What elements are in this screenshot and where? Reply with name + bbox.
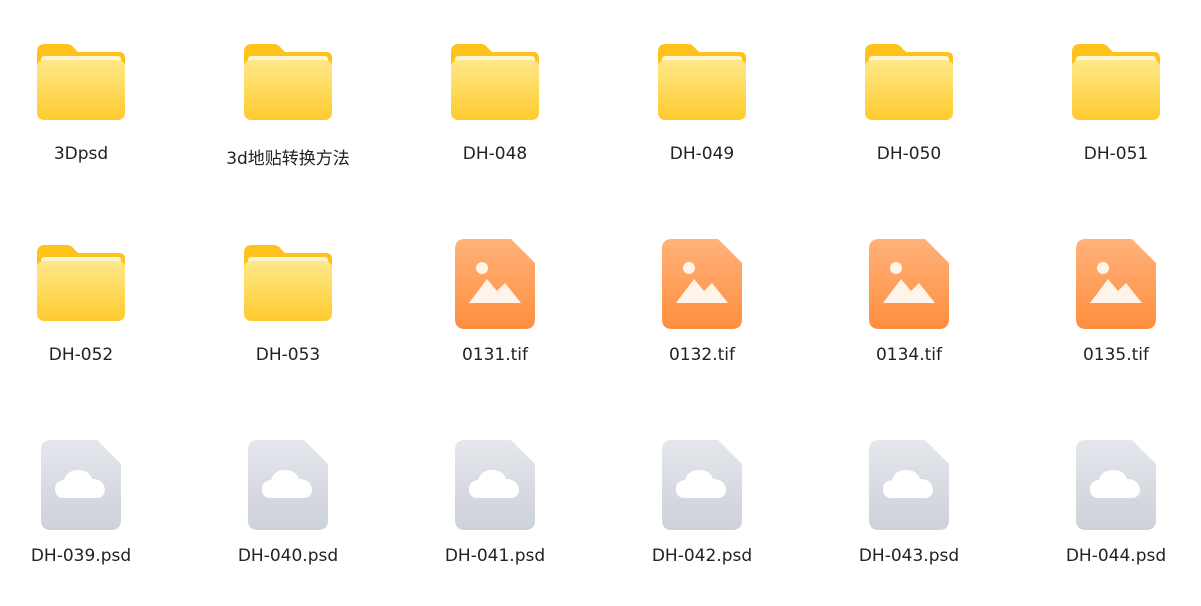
file-item[interactable]: DH-040.psd [208,436,368,606]
item-name: 0131.tif [461,345,529,365]
item-name: 3d地贴转换方法 [226,149,350,169]
folder-item[interactable]: 3Dpsd [1,34,161,204]
cloud-file-icon [861,436,957,532]
image-file-icon [654,235,750,331]
file-item[interactable]: DH-042.psd [622,436,782,606]
folder-icon [33,34,129,130]
item-name: DH-040.psd [237,546,339,566]
file-item[interactable]: DH-041.psd [415,436,575,606]
image-file-icon [1068,235,1164,331]
file-item[interactable]: 0131.tif [415,235,575,405]
folder-icon [447,34,543,130]
file-item[interactable]: 0135.tif [1036,235,1196,405]
image-file-icon [447,235,543,331]
item-name: DH-049 [669,144,735,164]
folder-icon [654,34,750,130]
folder-item[interactable]: DH-053 [208,235,368,405]
file-item[interactable]: 0134.tif [829,235,989,405]
cloud-file-icon [654,436,750,532]
item-name: DH-051 [1083,144,1149,164]
cloud-file-icon [1068,436,1164,532]
file-item[interactable]: DH-044.psd [1036,436,1196,606]
file-item[interactable]: DH-039.psd [1,436,161,606]
item-name: 0134.tif [875,345,943,365]
folder-item[interactable]: DH-049 [622,34,782,204]
folder-item[interactable]: 3d地贴转换方法 [208,34,368,204]
cloud-file-icon [240,436,336,532]
item-name: DH-041.psd [444,546,546,566]
image-file-icon [861,235,957,331]
item-name: DH-042.psd [651,546,753,566]
folder-icon [861,34,957,130]
folder-item[interactable]: DH-048 [415,34,575,204]
item-name: DH-050 [876,144,942,164]
item-name: 3Dpsd [53,144,109,164]
folder-item[interactable]: DH-051 [1036,34,1196,204]
item-name: DH-052 [48,345,114,365]
cloud-file-icon [447,436,543,532]
item-name: DH-043.psd [858,546,960,566]
folder-icon [33,235,129,331]
folder-icon [1068,34,1164,130]
item-name: DH-039.psd [30,546,132,566]
folder-item[interactable]: DH-052 [1,235,161,405]
item-name: DH-044.psd [1065,546,1167,566]
item-name: 0135.tif [1082,345,1150,365]
item-name: 0132.tif [668,345,736,365]
file-item[interactable]: 0132.tif [622,235,782,405]
folder-icon [240,235,336,331]
item-name: DH-048 [462,144,528,164]
cloud-file-icon [33,436,129,532]
file-grid: 3Dpsd 3d地贴转换方法 DH-048 DH-049 DH-050 DH-0… [0,0,1201,600]
item-name: DH-053 [255,345,321,365]
folder-icon [240,34,336,130]
file-item[interactable]: DH-043.psd [829,436,989,606]
folder-item[interactable]: DH-050 [829,34,989,204]
